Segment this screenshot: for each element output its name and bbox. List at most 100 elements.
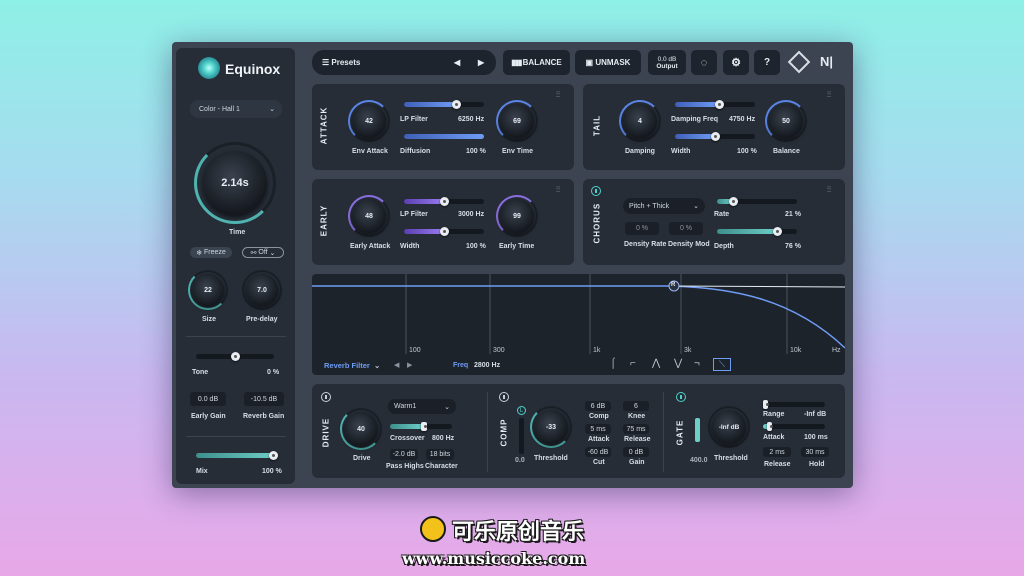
early-lp-filter-slider[interactable] xyxy=(404,197,484,206)
size-knob[interactable]: 22 xyxy=(192,274,224,306)
mix-slider-thumb[interactable] xyxy=(269,451,278,460)
predelay-label: Pre-delay xyxy=(246,316,278,323)
comp-amount-field[interactable]: 6 dB xyxy=(585,401,611,411)
env-attack-value: 42 xyxy=(365,117,373,125)
help-button[interactable]: ? xyxy=(754,50,780,75)
tone-slider-thumb[interactable] xyxy=(230,352,240,361)
balance-button[interactable]: ▮▮▮ BALANCE xyxy=(503,50,570,75)
chorus-rate-slider[interactable] xyxy=(717,197,797,206)
early-time-knob[interactable]: 99 xyxy=(500,199,534,233)
next-preset-icon[interactable]: ▶ xyxy=(478,58,484,67)
filter-selector[interactable]: Reverb Filter ⌄ xyxy=(324,361,380,370)
gate-threshold-knob[interactable]: -Inf dB xyxy=(712,410,746,444)
drive-knob[interactable]: 40 xyxy=(344,412,378,446)
comp-release-label: Release xyxy=(624,436,651,443)
early-width-slider[interactable] xyxy=(404,227,484,236)
chorus-power-icon[interactable] xyxy=(591,186,601,196)
unmask-button[interactable]: ▣ UNMASK xyxy=(575,50,641,75)
preset-select[interactable]: Color - Hall 1 ⌄ xyxy=(190,100,282,118)
drive-mode-label: Warm1 xyxy=(394,403,417,410)
link-toggle[interactable]: L xyxy=(517,406,526,415)
highcut-6-icon[interactable]: ⟍ xyxy=(713,358,731,371)
next-band-icon[interactable]: ▶ xyxy=(407,361,412,369)
gate-power-icon[interactable] xyxy=(676,392,686,402)
character-field[interactable]: 18 bits xyxy=(426,449,454,460)
predelay-knob[interactable]: 7.0 xyxy=(246,274,278,306)
crossover-value: 800 Hz xyxy=(432,435,455,442)
comp-gain-field[interactable]: 0 dB xyxy=(623,447,649,457)
history-button[interactable]: ◌ xyxy=(691,50,717,75)
filter-display[interactable]: R 100 300 1k 3k 10k Hz Reverb Filter ⌄ ◀… xyxy=(312,274,845,375)
lowcut-12-icon[interactable]: ⌐ xyxy=(630,358,636,369)
output-control[interactable]: 0.0 dB Output xyxy=(648,50,686,75)
chorus-depth-thumb[interactable] xyxy=(773,227,783,236)
attack-lp-filter-thumb[interactable] xyxy=(451,100,461,109)
sliders-icon[interactable]: ⫶⫶ xyxy=(827,185,831,195)
density-rate-field[interactable]: 0 % xyxy=(625,222,659,235)
comp-threshold-knob[interactable]: -33 xyxy=(534,410,568,444)
freeze-button[interactable]: ❄ Freeze xyxy=(190,247,232,258)
env-attack-knob[interactable]: 42 xyxy=(352,104,386,138)
bell-icon[interactable]: ⋀ xyxy=(652,358,660,369)
early-width-thumb[interactable] xyxy=(439,227,449,236)
gate-range-slider[interactable] xyxy=(763,400,825,409)
comp-meter xyxy=(519,418,524,454)
prev-preset-icon[interactable]: ◀ xyxy=(454,58,460,67)
time-knob[interactable]: 2.14s xyxy=(203,151,267,215)
drive-mode-select[interactable]: Warm1 ⌄ xyxy=(388,399,456,414)
highcut-12-icon[interactable]: ¬ xyxy=(694,358,700,369)
chorus-mode-select[interactable]: Pitch + Thick ⌄ xyxy=(623,198,705,214)
tail-width-thumb[interactable] xyxy=(710,132,720,141)
damping-freq-slider[interactable] xyxy=(675,100,755,109)
divider xyxy=(487,392,488,472)
pass-highs-field[interactable]: -2.0 dB xyxy=(390,449,418,460)
tone-slider[interactable] xyxy=(196,352,274,361)
damping-freq-thumb[interactable] xyxy=(714,100,724,109)
sliders-icon[interactable]: ⫶⫶ xyxy=(827,90,831,100)
settings-button[interactable]: ⚙ xyxy=(723,50,749,75)
filter-node-label[interactable]: R xyxy=(671,282,675,288)
early-lp-filter-thumb[interactable] xyxy=(439,197,449,206)
drive-power-icon[interactable] xyxy=(321,392,331,402)
density-mod-field[interactable]: 0 % xyxy=(669,222,703,235)
gate-attack-slider[interactable] xyxy=(763,422,825,431)
comp-release-field[interactable]: 75 ms xyxy=(623,424,649,434)
lock-select[interactable]: ⚯ Off ⌄ xyxy=(242,247,284,258)
gate-release-field[interactable]: 2 ms xyxy=(763,447,791,457)
presets-bar[interactable]: ☰ Presets ◀ ▶ xyxy=(312,50,496,75)
freq-tick: 10k xyxy=(790,347,802,354)
app-title: Equinox xyxy=(225,61,281,77)
notch-icon[interactable]: ⋁ xyxy=(674,358,682,369)
reverb-gain-field[interactable]: -10.5 dB xyxy=(244,392,284,406)
env-time-knob[interactable]: 69 xyxy=(500,104,534,138)
diffusion-slider[interactable] xyxy=(404,134,484,139)
early-attack-knob[interactable]: 48 xyxy=(352,199,386,233)
early-gain-field[interactable]: 0.0 dB xyxy=(190,392,226,406)
unlink-icon: ⚯ xyxy=(250,249,259,257)
crossover-slider[interactable] xyxy=(390,422,452,431)
early-width-label: Width xyxy=(400,243,420,250)
gate-range-value: -Inf dB xyxy=(804,411,827,418)
list-icon: ☰ xyxy=(322,58,332,67)
crossover-thumb[interactable] xyxy=(421,422,428,431)
lowcut-6-icon[interactable]: ⌠ xyxy=(610,358,616,369)
sliders-icon[interactable]: ⫶⫶ xyxy=(556,185,560,195)
gate-hold-field[interactable]: 30 ms xyxy=(801,447,829,457)
chorus-depth-slider[interactable] xyxy=(717,227,797,236)
damping-knob[interactable]: 4 xyxy=(623,104,657,138)
help-icon: ? xyxy=(763,57,771,68)
comp-attack-field[interactable]: 5 ms xyxy=(585,424,611,434)
sliders-icon[interactable]: ⫶⫶ xyxy=(556,90,560,100)
balance-knob[interactable]: 50 xyxy=(769,104,803,138)
attack-lp-filter-slider[interactable] xyxy=(404,100,484,109)
gate-attack-thumb[interactable] xyxy=(766,422,773,431)
tail-width-slider[interactable] xyxy=(675,132,755,141)
comp-power-icon[interactable] xyxy=(499,392,509,402)
knee-field[interactable]: 6 xyxy=(623,401,649,411)
mix-slider[interactable] xyxy=(196,451,278,460)
sidebar: Equinox Color - Hall 1 ⌄ 2.14s Time ❄ Fr… xyxy=(176,48,295,484)
gate-range-thumb[interactable] xyxy=(763,400,769,409)
prev-band-icon[interactable]: ◀ xyxy=(394,361,399,369)
cut-field[interactable]: -60 dB xyxy=(585,447,611,457)
chorus-rate-thumb[interactable] xyxy=(728,197,738,206)
